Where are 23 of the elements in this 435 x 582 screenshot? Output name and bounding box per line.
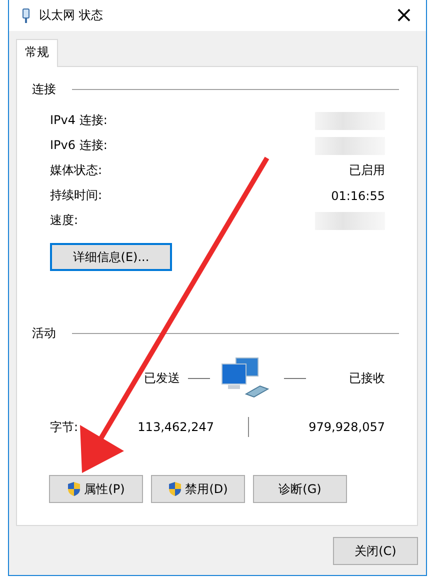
close-dialog-button[interactable]: 关闭(C)	[333, 537, 418, 565]
field-value: 01:16:55	[331, 188, 385, 202]
group-heading: 连接	[32, 81, 56, 98]
field-label: 持续时间:	[50, 187, 102, 204]
group-heading: 活动	[32, 325, 56, 342]
field-label: 速度:	[50, 212, 78, 229]
sent-label: 已发送	[144, 370, 180, 386]
action-button[interactable]: 禁用(D)	[151, 475, 245, 503]
action-button[interactable]: 属性(P)	[49, 475, 143, 503]
field-label: 媒体状态:	[50, 162, 102, 179]
bytes-received: 979,928,057	[308, 420, 385, 434]
received-label: 已接收	[349, 370, 385, 386]
bytes-sent: 113,462,247	[138, 420, 214, 434]
ethernet-icon	[21, 8, 31, 24]
action-button[interactable]: 诊断(G)	[253, 475, 347, 503]
field-value: 已启用	[349, 162, 385, 179]
tab[interactable]: 常规	[16, 39, 58, 67]
details-button[interactable]: 详细信息(E)...	[50, 243, 172, 271]
window-title: 以太网 状态	[39, 7, 104, 24]
field-label: IPv4 连接:	[50, 112, 108, 129]
close-button[interactable]: ×	[382, 0, 426, 31]
field-label: 字节:	[50, 418, 78, 436]
field-label: IPv6 连接:	[50, 137, 108, 154]
